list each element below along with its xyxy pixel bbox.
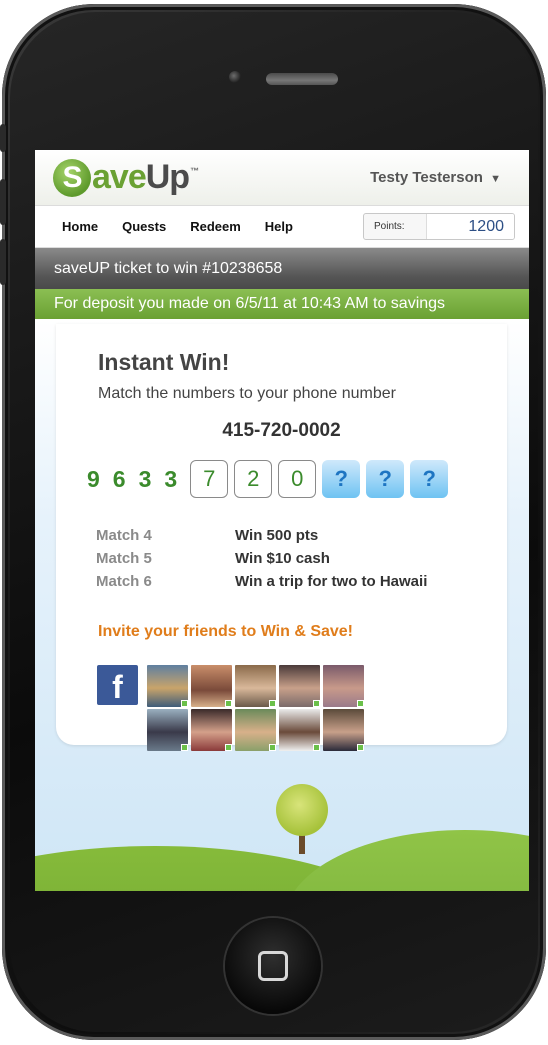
- nav-quests[interactable]: Quests: [122, 219, 166, 234]
- prize-row: Match 6 Win a trip for two to Hawaii: [96, 573, 427, 590]
- saveup-logo[interactable]: S ave Up ™: [53, 158, 199, 197]
- prize-match: Match 5: [96, 550, 152, 567]
- revealed-digit-box: 0: [278, 460, 317, 498]
- earpiece-speaker: [266, 73, 338, 85]
- invite-title[interactable]: Invite your friends to Win & Save!: [98, 623, 353, 641]
- friend-avatar[interactable]: [323, 709, 364, 751]
- points-label: Points:: [374, 221, 405, 232]
- facebook-icon[interactable]: f: [97, 665, 138, 705]
- friend-avatar[interactable]: [279, 665, 320, 707]
- prize-row: Match 4 Win 500 pts: [96, 527, 318, 544]
- app-screen: S ave Up ™ Testy Testerson ▼ Home Quests…: [35, 150, 529, 891]
- friend-avatar[interactable]: [235, 709, 276, 751]
- hidden-digit-button[interactable]: ?: [366, 460, 405, 498]
- friend-avatar[interactable]: [235, 665, 276, 707]
- prize-match: Match 4: [96, 527, 152, 544]
- revealed-digit-box: 2: [234, 460, 273, 498]
- nav-help[interactable]: Help: [265, 219, 293, 234]
- friend-avatar[interactable]: [191, 665, 232, 707]
- friend-avatar[interactable]: [279, 709, 320, 751]
- prize-reward: Win 500 pts: [235, 527, 319, 544]
- matched-digit: 3: [138, 465, 152, 492]
- prize-reward: Win $10 cash: [235, 550, 330, 567]
- ticket-digits: 9 6 3 3 7 2 0 ? ? ?: [87, 460, 454, 498]
- prize-row: Match 5 Win $10 cash: [96, 550, 330, 567]
- points-value: 1200: [426, 214, 514, 239]
- nav-home[interactable]: Home: [62, 219, 98, 234]
- matched-digit: 6: [112, 465, 126, 492]
- points-display: Points: 1200: [363, 213, 515, 240]
- prize-match: Match 6: [96, 573, 152, 590]
- nav-redeem[interactable]: Redeem: [190, 219, 241, 234]
- friend-avatar[interactable]: [147, 709, 188, 751]
- chevron-down-icon: ▼: [490, 173, 501, 185]
- home-button[interactable]: [225, 918, 321, 1014]
- phone-number: 415-720-0002: [222, 420, 341, 441]
- revealed-digit-box: 7: [190, 460, 229, 498]
- user-menu[interactable]: Testy Testerson ▼: [370, 169, 501, 186]
- hidden-digit-button[interactable]: ?: [410, 460, 449, 498]
- user-name: Testy Testerson: [370, 169, 483, 186]
- app-header: S ave Up ™ Testy Testerson ▼: [35, 150, 529, 205]
- page-title: Instant Win!: [98, 349, 230, 375]
- nav-bar: Home Quests Redeem Help Points: 1200: [35, 205, 529, 248]
- prize-reward: Win a trip for two to Hawaii: [235, 573, 428, 590]
- deposit-info: For deposit you made on 6/5/11 at 10:43 …: [35, 289, 529, 319]
- matched-digit: 3: [164, 465, 178, 492]
- friend-avatar[interactable]: [323, 665, 364, 707]
- friend-avatar[interactable]: [191, 709, 232, 751]
- matched-digit: 9: [87, 465, 100, 492]
- hidden-digit-button[interactable]: ?: [322, 460, 361, 498]
- game-instructions: Match the numbers to your phone number: [98, 385, 396, 402]
- friend-avatar[interactable]: [147, 665, 188, 707]
- front-camera: [229, 71, 241, 83]
- ticket-title: saveUP ticket to win #10238658: [35, 248, 529, 289]
- main-content: Instant Win! Match the numbers to your p…: [35, 319, 529, 891]
